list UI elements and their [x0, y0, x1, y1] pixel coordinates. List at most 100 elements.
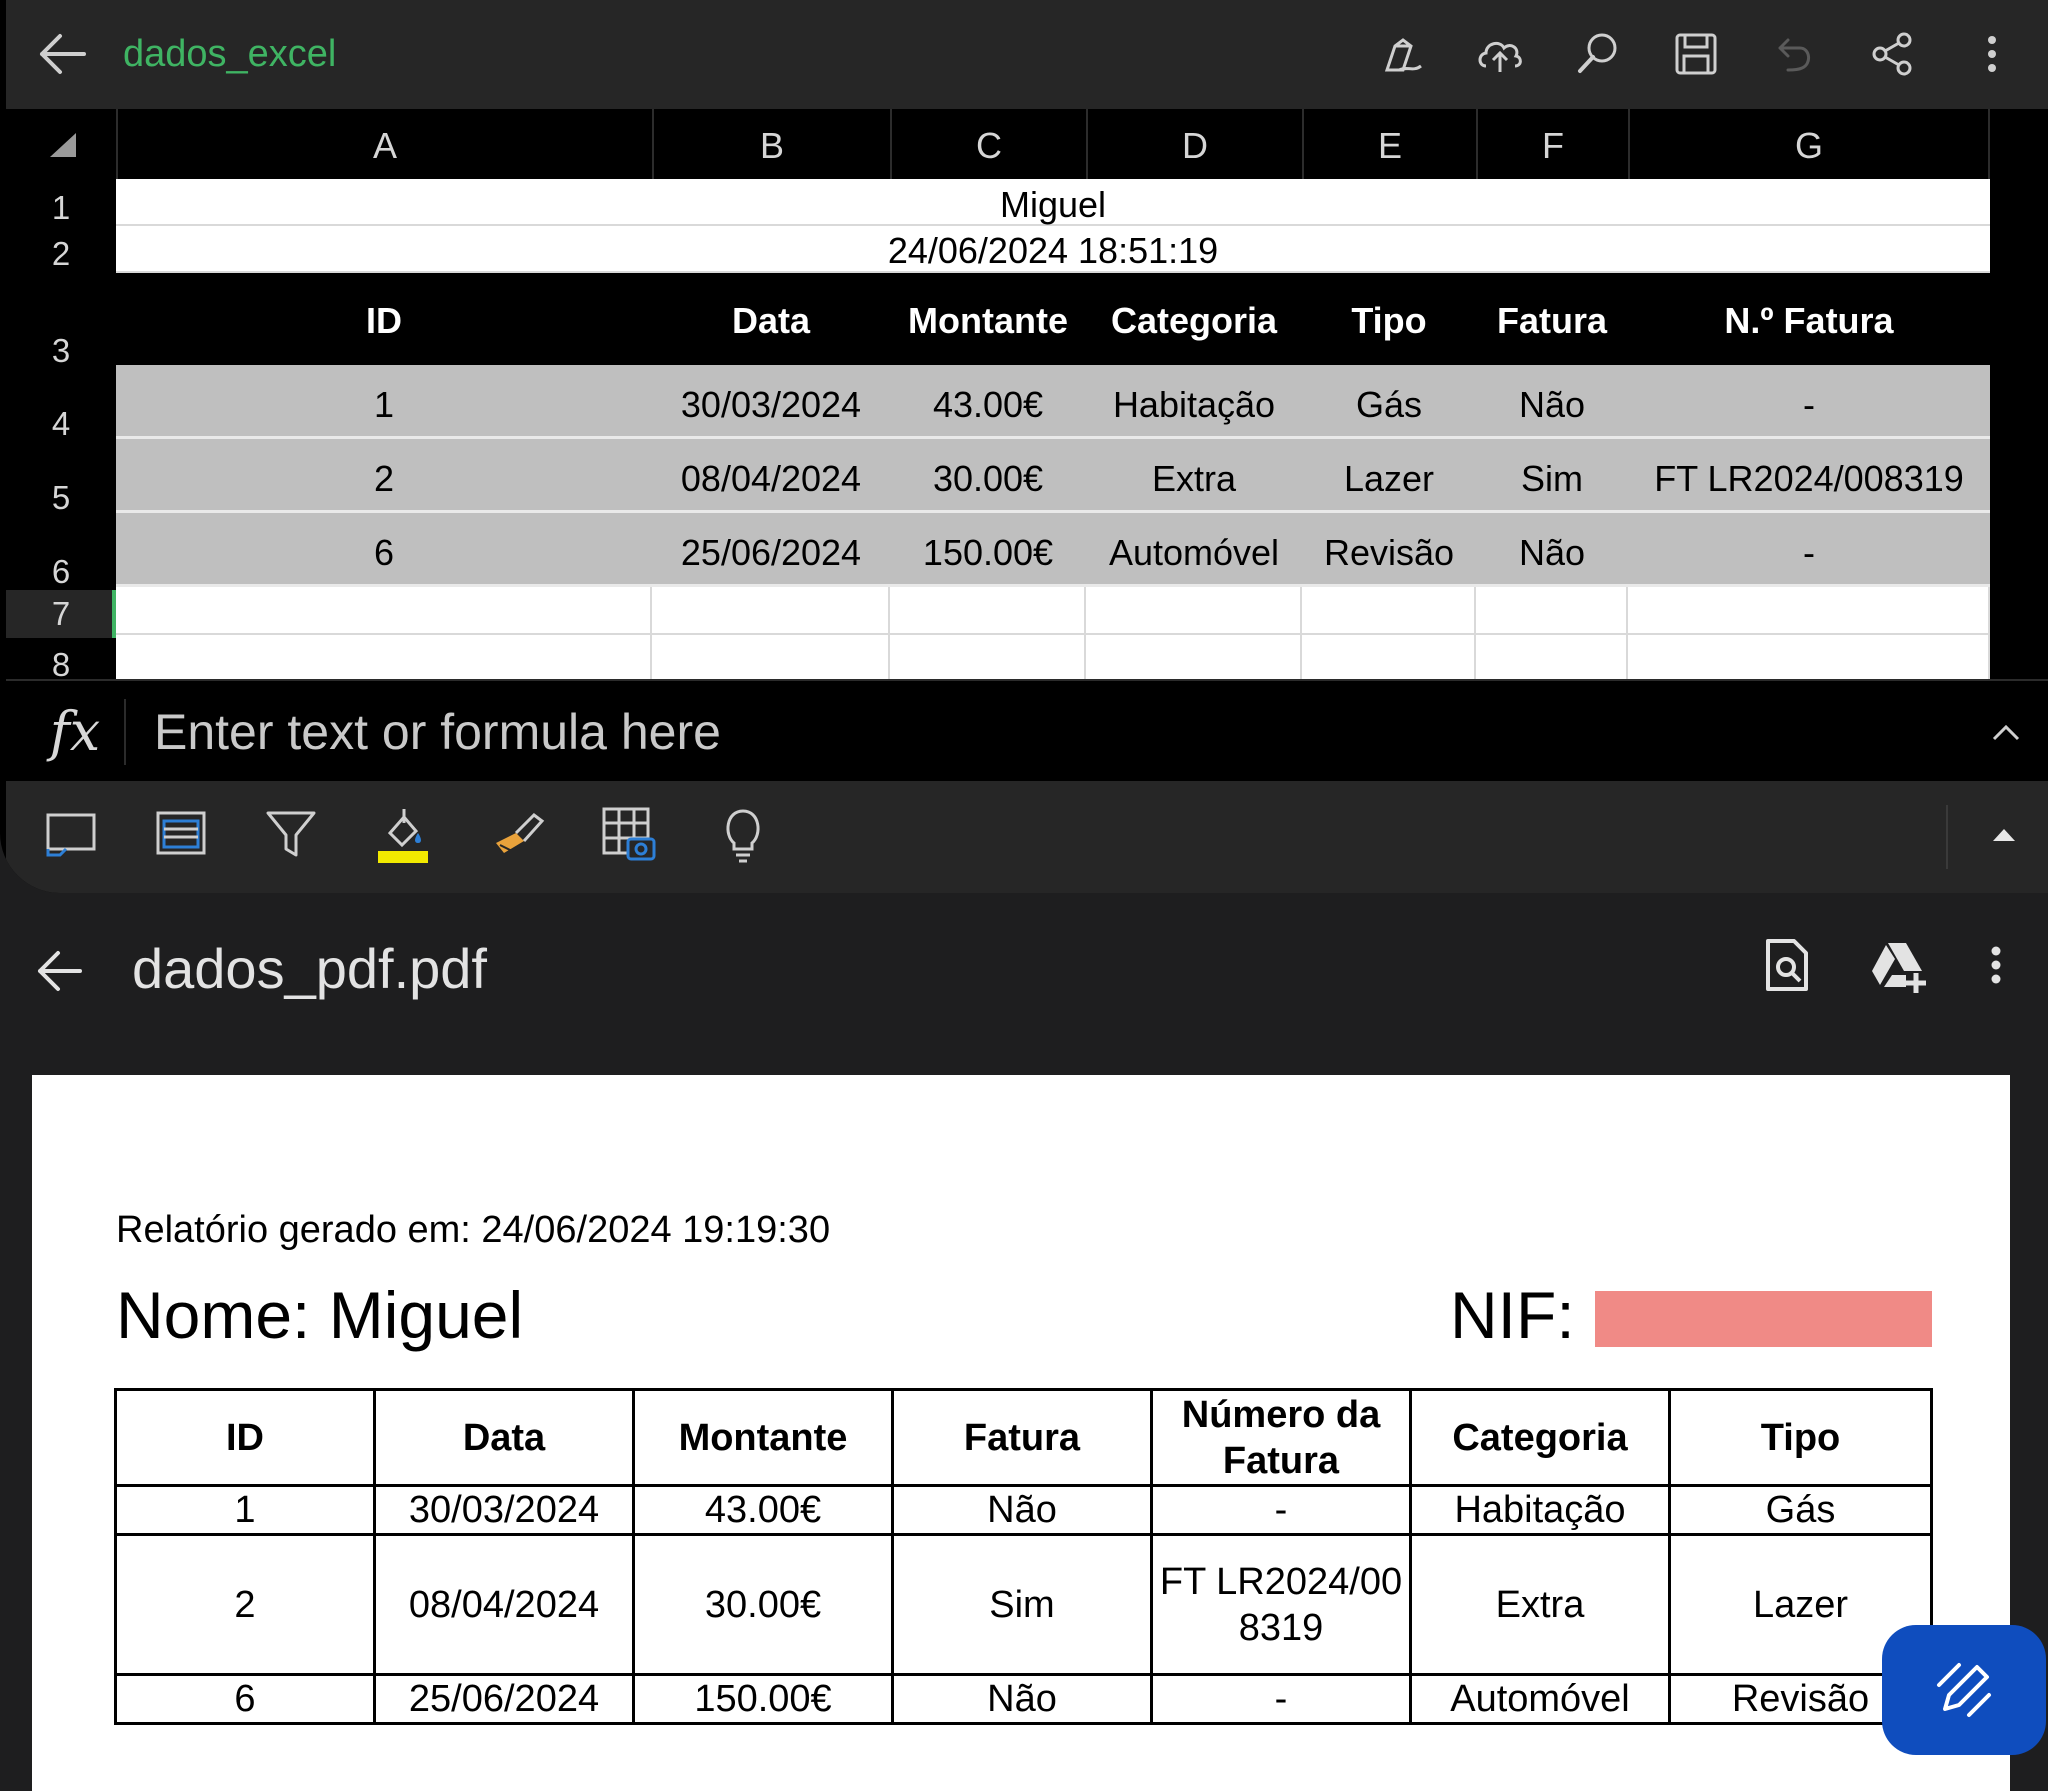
- search-icon[interactable]: [1570, 26, 1626, 82]
- empty-cell[interactable]: [1476, 635, 1628, 679]
- cell-n-fatura[interactable]: -: [1628, 513, 1990, 584]
- cell-data[interactable]: 30/03/2024: [652, 365, 890, 436]
- cell-n-fatura[interactable]: -: [1628, 365, 1990, 436]
- ideas-bulb-icon[interactable]: [712, 803, 774, 865]
- back-arrow-icon[interactable]: [32, 943, 88, 999]
- row-header-1[interactable]: 1: [6, 182, 116, 229]
- cell-data[interactable]: 25/06/2024: [652, 513, 890, 584]
- share-icon[interactable]: [1864, 26, 1920, 82]
- fx-label[interactable]: fx: [26, 699, 126, 765]
- draw-pen-icon[interactable]: [1373, 26, 1429, 82]
- formula-input[interactable]: [154, 701, 1854, 763]
- cell-tipo[interactable]: Lazer: [1302, 439, 1476, 510]
- column-header-f[interactable]: F: [1476, 109, 1628, 179]
- empty-row-8[interactable]: [116, 635, 1990, 679]
- cell-categoria[interactable]: Habitação: [1086, 365, 1302, 436]
- cell-montante[interactable]: 30.00€: [890, 439, 1086, 510]
- excel-file-name[interactable]: dados_excel: [123, 30, 336, 78]
- row-header-5[interactable]: 5: [6, 442, 116, 516]
- cell-area[interactable]: Miguel 24/06/2024 18:51:19 ID Data Monta…: [116, 179, 1990, 679]
- empty-cell[interactable]: [1628, 587, 1990, 633]
- select-all-corner[interactable]: [6, 109, 114, 179]
- empty-cell[interactable]: [116, 635, 652, 679]
- column-header-e[interactable]: E: [1302, 109, 1476, 179]
- header-cell-montante[interactable]: Montante: [890, 273, 1086, 365]
- row-header-2[interactable]: 2: [6, 229, 116, 276]
- header-cell-data[interactable]: Data: [652, 273, 890, 365]
- chevron-up-icon[interactable]: [1988, 715, 2024, 751]
- empty-cell[interactable]: [1086, 587, 1302, 633]
- empty-cell[interactable]: [1302, 587, 1476, 633]
- cell-id[interactable]: 1: [116, 365, 652, 436]
- column-header-a[interactable]: A: [116, 109, 652, 179]
- empty-cell[interactable]: [1302, 635, 1476, 679]
- header-cell-tipo[interactable]: Tipo: [1302, 273, 1476, 365]
- cell-fatura[interactable]: Não: [1476, 365, 1628, 436]
- more-vert-icon[interactable]: [1966, 935, 2026, 995]
- table-camera-icon[interactable]: [598, 803, 660, 865]
- cell-tipo[interactable]: Revisão: [1302, 513, 1476, 584]
- save-icon[interactable]: [1668, 26, 1724, 82]
- merged-timestamp-cell[interactable]: 24/06/2024 18:51:19: [116, 226, 1990, 273]
- pdf-table-row: 1 30/03/2024 43.00€ Não - Habitação Gás: [114, 1484, 1933, 1536]
- column-header-d[interactable]: D: [1086, 109, 1302, 179]
- empty-cell[interactable]: [652, 635, 890, 679]
- column-header-c[interactable]: C: [890, 109, 1086, 179]
- expand-ribbon-icon[interactable]: [1989, 819, 2019, 849]
- drive-add-icon[interactable]: [1868, 935, 1928, 995]
- merged-title-cell[interactable]: Miguel: [116, 179, 1990, 226]
- row-header-4[interactable]: 4: [6, 368, 116, 442]
- column-header-b[interactable]: B: [652, 109, 890, 179]
- view-icon[interactable]: [40, 803, 102, 865]
- format-painter-icon[interactable]: [486, 803, 548, 865]
- empty-cell[interactable]: [890, 635, 1086, 679]
- cell-montante[interactable]: 150.00€: [890, 513, 1086, 584]
- row-header-8[interactable]: 8: [6, 638, 116, 683]
- empty-cell[interactable]: [1086, 635, 1302, 679]
- row-header-6[interactable]: 6: [6, 516, 116, 590]
- undo-icon[interactable]: [1766, 26, 1822, 82]
- pdf-cell: 08/04/2024: [373, 1533, 635, 1676]
- empty-cell[interactable]: [652, 587, 890, 633]
- edit-annotate-button[interactable]: [1882, 1625, 2046, 1755]
- cell-tipo[interactable]: Gás: [1302, 365, 1476, 436]
- header-cell-id[interactable]: ID: [116, 273, 652, 365]
- cell-montante[interactable]: 43.00€: [890, 365, 1086, 436]
- pdf-cell: 6: [114, 1673, 376, 1725]
- empty-cell[interactable]: [1476, 587, 1628, 633]
- ribbon-divider: [1946, 805, 1948, 869]
- cell-fatura[interactable]: Não: [1476, 513, 1628, 584]
- filter-icon[interactable]: [260, 803, 322, 865]
- cell-id[interactable]: 2: [116, 439, 652, 510]
- find-in-page-icon[interactable]: [1756, 935, 1816, 995]
- row-header-3[interactable]: 3: [6, 276, 116, 369]
- empty-cell[interactable]: [890, 587, 1086, 633]
- cell-id[interactable]: 6: [116, 513, 652, 584]
- more-vert-icon[interactable]: [1964, 26, 2020, 82]
- pdf-cell: Gás: [1668, 1484, 1933, 1536]
- cell-data[interactable]: 08/04/2024: [652, 439, 890, 510]
- fill-color-icon[interactable]: [372, 803, 434, 865]
- cloud-upload-icon[interactable]: [1472, 26, 1528, 82]
- empty-cell[interactable]: [116, 587, 652, 633]
- empty-cell[interactable]: [1628, 635, 1990, 679]
- pdf-cell: 43.00€: [632, 1484, 894, 1536]
- pdf-table-row: 2 08/04/2024 30.00€ Sim FT LR2024/008319…: [114, 1533, 1933, 1676]
- cell-n-fatura[interactable]: FT LR2024/008319: [1628, 439, 1990, 510]
- pdf-cell: 30.00€: [632, 1533, 894, 1676]
- pdf-table: ID Data Montante Fatura Número da Fatura…: [114, 1388, 1933, 1725]
- back-arrow-icon[interactable]: [36, 30, 88, 78]
- cell-fatura[interactable]: Sim: [1476, 439, 1628, 510]
- cell-categoria[interactable]: Automóvel: [1086, 513, 1302, 584]
- header-cell-categoria[interactable]: Categoria: [1086, 273, 1302, 365]
- column-header-g[interactable]: G: [1628, 109, 1990, 179]
- header-cell-n-fatura[interactable]: N.º Fatura: [1628, 273, 1990, 365]
- formula-bar: fx: [6, 679, 2048, 781]
- header-cell-fatura[interactable]: Fatura: [1476, 273, 1628, 365]
- cell-categoria[interactable]: Extra: [1086, 439, 1302, 510]
- row-header-7[interactable]: 7: [6, 590, 116, 638]
- freeze-panes-icon[interactable]: [150, 803, 212, 865]
- spreadsheet-grid[interactable]: A B C D E F G 1 2 3 4 5 6 7 8 Miguel 24/…: [6, 109, 2048, 683]
- empty-row-7[interactable]: [116, 587, 1990, 635]
- pdf-header-data: Data: [373, 1388, 635, 1487]
